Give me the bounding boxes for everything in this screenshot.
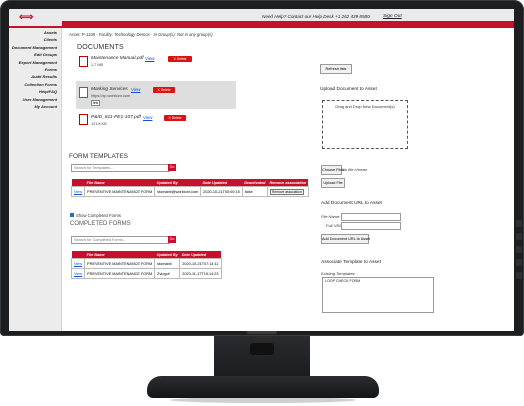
sidebar-item-assets[interactable]: Assets (9, 29, 61, 36)
documents-heading: DOCUMENTS (77, 44, 124, 51)
no-file-chosen-text: No file chosen (342, 167, 368, 172)
monitor-logo (247, 331, 277, 334)
column-header[interactable]: Date Updated (200, 179, 243, 187)
table-header-row: File Name Updated By Date Updated Deacti… (71, 179, 309, 187)
document-name: P&ID_811-PE1-107.pdf (91, 115, 141, 120)
sidebar-item-audit-results[interactable]: Audit Results (9, 73, 61, 80)
show-completed-label: Show Completed Forms (76, 213, 121, 218)
sidebar-item-forms[interactable]: Forms (9, 66, 61, 73)
existing-templates-list[interactable]: LOOP CHECK FORM (322, 277, 434, 313)
completed-search-go-button[interactable]: Go (168, 236, 176, 243)
date-updated-cell: 2020-10-21T07:14:11 (179, 258, 222, 269)
document-delete-button[interactable]: X Delete (153, 87, 175, 93)
sidebar-item-document-management[interactable]: Document Management (9, 44, 61, 51)
sign-out-link[interactable]: Sign Out (383, 14, 402, 19)
document-view-link[interactable]: View (131, 87, 140, 92)
updated-by-cell: stomabb (154, 258, 181, 269)
sidebar: Assets Clients Document Management Edit … (9, 28, 62, 331)
form-templates-table: File Name Updated By Date Updated Deacti… (70, 179, 309, 197)
monitor-stand-cutout (250, 343, 274, 355)
updated-by-cell: stomabb@worktunr.com (154, 186, 202, 197)
date-updated-cell: 2020-10-21T05:00:15 (200, 186, 243, 197)
document-size: 121.8 KB (91, 122, 107, 126)
associate-template-heading: Associate Template to Asset (321, 260, 381, 265)
show-completed-checkbox[interactable] (70, 213, 74, 217)
templates-search-go-button[interactable]: Go (168, 164, 176, 171)
sidebar-item-collection-forms[interactable]: Collection Forms (9, 81, 61, 88)
table-row: View PREVENTIVE MAINTENANCE FORM stomabb… (70, 186, 309, 197)
add-url-heading: Add Document URL to Asset (321, 201, 382, 206)
sidebar-item-user-management[interactable]: User Management (9, 96, 61, 103)
column-header[interactable]: Updated By (154, 251, 180, 259)
sidebar-item-my-account[interactable]: My Account (9, 103, 61, 110)
document-url: https://xp.worktunr.com (91, 94, 131, 98)
column-header[interactable]: File Name (84, 251, 155, 259)
table-row: View PREVENTIVE MAINTENANCE FORM Zvlogof… (70, 268, 222, 279)
file-name-label: File Name: (321, 214, 341, 219)
column-header[interactable]: File Name (84, 179, 155, 187)
file-name-cell: PREVENTIVE MAINTENANCE FORM (84, 186, 156, 197)
column-header[interactable]: Deactivated (242, 179, 268, 187)
file-name-cell: PREVENTIVE MAINTENANCE FORM (84, 258, 156, 269)
pdf-icon (79, 56, 88, 67)
monitor-screen: ⟺ Need Help? Contact our Help Desk +1 26… (9, 9, 514, 331)
column-header[interactable]: Date Updated (179, 251, 222, 259)
document-view-link[interactable]: View (143, 115, 152, 120)
content-red-bar (62, 21, 514, 28)
document-view-link[interactable]: View (145, 56, 154, 61)
view-link[interactable]: View (74, 272, 82, 276)
column-header (71, 251, 85, 259)
table-row: View PREVENTIVE MAINTENANCE FORM stomabb… (70, 258, 222, 269)
monitor-stand-base (147, 376, 379, 398)
date-updated-cell: 2020-11-17T15:14:23 (179, 268, 222, 279)
upload-heading: Upload Document to Asset (320, 87, 377, 92)
remove-association-button[interactable]: Remove association (270, 188, 304, 195)
updated-by-cell: Zvlogof (154, 268, 181, 279)
completed-forms-table: File Name Updated By Date Updated View P… (70, 251, 222, 279)
view-link[interactable]: View (74, 190, 82, 194)
table-header-row: File Name Updated By Date Updated (71, 251, 222, 259)
upload-file-button[interactable]: Upload File (321, 178, 345, 188)
web-link-icon (79, 87, 88, 98)
document-name: Maintenance Manual.pdf (91, 56, 144, 61)
app-logo-icon[interactable]: ⟺ (19, 13, 33, 23)
monitor-side-buttons (516, 220, 522, 290)
existing-templates-label: Existing Templates: (321, 271, 356, 276)
completed-search-input[interactable]: Search for Completed Forms... (71, 236, 170, 244)
dropzone-text: Drag and Drop New Document(s) (335, 104, 395, 109)
breadcrumb: Asset: P-1108 - Facility: Technology Dem… (69, 32, 213, 37)
file-name-cell: PREVENTIVE MAINTENANCE FORM (84, 268, 156, 279)
completed-forms-heading: COMPLETED FORMS (70, 221, 131, 227)
document-name: Marking Services (91, 87, 128, 92)
document-delete-button[interactable]: X Delete (168, 56, 192, 62)
column-header: Remove association (267, 179, 309, 187)
column-header[interactable]: Updated By (154, 179, 201, 187)
column-header (71, 179, 85, 187)
file-name-input[interactable] (341, 213, 401, 221)
form-templates-heading: FORM TEMPLATES (69, 153, 128, 160)
add-document-url-button[interactable]: Add Document URL to Asset (321, 234, 370, 244)
refresh-lists-button[interactable]: Refresh lists (320, 64, 352, 74)
list-item[interactable]: LOOP CHECK FORM (323, 278, 433, 284)
sidebar-item-help-faq[interactable]: Help/FAQ (9, 88, 61, 95)
deactivated-cell: false (241, 186, 269, 197)
document-size: 1.7 MB (91, 63, 104, 67)
full-url-input[interactable] (341, 222, 401, 230)
view-link[interactable]: View (74, 262, 82, 266)
document-delete-button[interactable]: X Delete (164, 115, 186, 121)
templates-search-input[interactable]: Search for Templates... (71, 164, 170, 172)
pdf-icon (79, 114, 88, 125)
sidebar-item-clients[interactable]: Clients (9, 36, 61, 43)
choose-files-button[interactable]: Choose Files (321, 165, 344, 175)
link-badge: link (91, 100, 101, 106)
sidebar-item-export-management[interactable]: Export Management (9, 59, 61, 66)
help-desk-text: Need Help? Contact our Help Desk +1 262 … (262, 14, 370, 19)
sidebar-item-edit-groups[interactable]: Edit Groups (9, 51, 61, 58)
drag-drop-zone[interactable]: Drag and Drop New Document(s) (322, 100, 408, 149)
